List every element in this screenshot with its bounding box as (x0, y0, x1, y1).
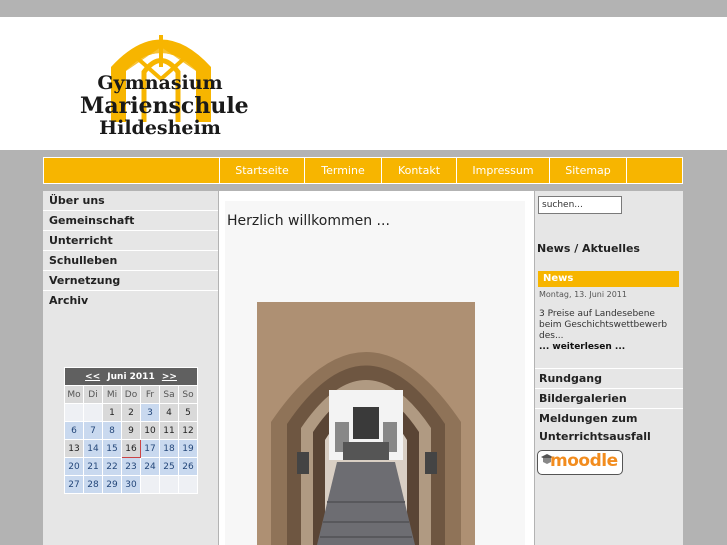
calendar-next-link[interactable]: >> (162, 372, 177, 382)
sidebar-item-archiv[interactable]: Archiv (43, 291, 218, 310)
calendar-day[interactable]: 19 (178, 439, 198, 458)
news-date: Montag, 13. Juni 2011 (539, 290, 627, 299)
calendar-day[interactable]: 28 (83, 475, 103, 494)
calendar-day[interactable]: 4 (159, 403, 179, 422)
weekday-label: Di (83, 385, 103, 404)
header: Gymnasium Marienschule Hildesheim (0, 17, 727, 150)
moodle-label: moodle (550, 451, 618, 471)
search-input[interactable] (538, 196, 622, 214)
sidebar-item-vernetzung[interactable]: Vernetzung (43, 271, 218, 291)
logo-line1: Gymnasium (97, 72, 223, 94)
right-link-bildergalerien[interactable]: Bildergalerien (535, 388, 683, 408)
calendar-day[interactable]: 2 (121, 403, 141, 422)
calendar-day[interactable]: 7 (83, 421, 103, 440)
calendar-day[interactable]: 24 (140, 457, 160, 476)
news-more-link[interactable]: ... weiterlesen ... (539, 342, 625, 352)
calendar-empty (178, 475, 198, 494)
calendar-day[interactable]: 9 (121, 421, 141, 440)
calendar-header: << Juni 2011 >> (64, 367, 198, 386)
gateway-photo (257, 302, 475, 545)
calendar-day[interactable]: 15 (102, 439, 122, 458)
news-section-title: News / Aktuelles (537, 242, 640, 255)
weekday-label: Fr (140, 385, 160, 404)
logo[interactable]: Gymnasium Marienschule Hildesheim (80, 72, 249, 139)
calendar-day[interactable]: 11 (159, 421, 179, 440)
calendar-empty (159, 475, 179, 494)
right-link-meldungen[interactable]: Meldungen zum (535, 408, 683, 428)
news-bar: News (538, 271, 679, 287)
calendar-day[interactable]: 21 (83, 457, 103, 476)
calendar-day[interactable]: 10 (140, 421, 160, 440)
nav-termine[interactable]: Termine (304, 158, 381, 183)
calendar-day[interactable]: 6 (64, 421, 84, 440)
main-nav: Startseite Termine Kontakt Impressum Sit… (43, 157, 683, 184)
sidebar-item-gemeinschaft[interactable]: Gemeinschaft (43, 211, 218, 231)
news-text: 3 Preise auf Landesebene beim Geschichts… (539, 309, 668, 341)
weekday-label: Mo (64, 385, 84, 404)
weekday-label: Do (121, 385, 141, 404)
calendar-title: Juni 2011 (107, 371, 155, 382)
weekday-label: So (178, 385, 198, 404)
calendar-day[interactable]: 22 (102, 457, 122, 476)
calendar-day[interactable]: 14 (83, 439, 103, 458)
calendar-day[interactable]: 8 (102, 421, 122, 440)
weekday-label: Sa (159, 385, 179, 404)
logo-line3: Hildesheim (99, 117, 221, 139)
calendar-day[interactable]: 12 (178, 421, 198, 440)
nav-startseite[interactable]: Startseite (219, 158, 304, 183)
calendar-day-today[interactable]: 16 (121, 439, 141, 458)
nav-sitemap[interactable]: Sitemap (549, 158, 626, 183)
calendar-empty (140, 475, 160, 494)
calendar-day[interactable]: 20 (64, 457, 84, 476)
calendar-day[interactable]: 3 (140, 403, 160, 422)
right-link-rundgang[interactable]: Rundgang (535, 368, 683, 388)
calendar-empty (83, 403, 103, 422)
calendar-day[interactable]: 17 (140, 439, 160, 458)
nav-kontakt[interactable]: Kontakt (381, 158, 456, 183)
calendar-day[interactable]: 1 (102, 403, 122, 422)
sidebar-item-ueber-uns[interactable]: Über uns (43, 191, 218, 211)
logo-line2: Marienschule (80, 93, 249, 119)
page-title: Herzlich willkommen ... (227, 213, 390, 229)
top-strip (0, 0, 727, 17)
calendar-day[interactable]: 5 (178, 403, 198, 422)
calendar-day[interactable]: 18 (159, 439, 179, 458)
right-link-meldungen-cont[interactable]: Unterrichtsausfall (535, 428, 683, 446)
calendar-day[interactable]: 26 (178, 457, 198, 476)
calendar-day[interactable]: 29 (102, 475, 122, 494)
calendar-day[interactable]: 30 (121, 475, 141, 494)
calendar-day[interactable]: 25 (159, 457, 179, 476)
moodle-button[interactable]: moodle (537, 450, 623, 475)
calendar-day[interactable]: 27 (64, 475, 84, 494)
sidebar-item-unterricht[interactable]: Unterricht (43, 231, 218, 251)
calendar-day[interactable]: 23 (121, 457, 141, 476)
nav-impressum[interactable]: Impressum (456, 158, 549, 183)
calendar: << Juni 2011 >> Mo Di Mi Do Fr Sa So 1 2… (64, 367, 198, 494)
calendar-prev-link[interactable]: << (85, 372, 100, 382)
calendar-day[interactable]: 13 (64, 439, 84, 458)
calendar-empty (64, 403, 84, 422)
weekday-label: Mi (102, 385, 122, 404)
sidebar-item-schulleben[interactable]: Schulleben (43, 251, 218, 271)
nav-spacer (626, 158, 683, 183)
